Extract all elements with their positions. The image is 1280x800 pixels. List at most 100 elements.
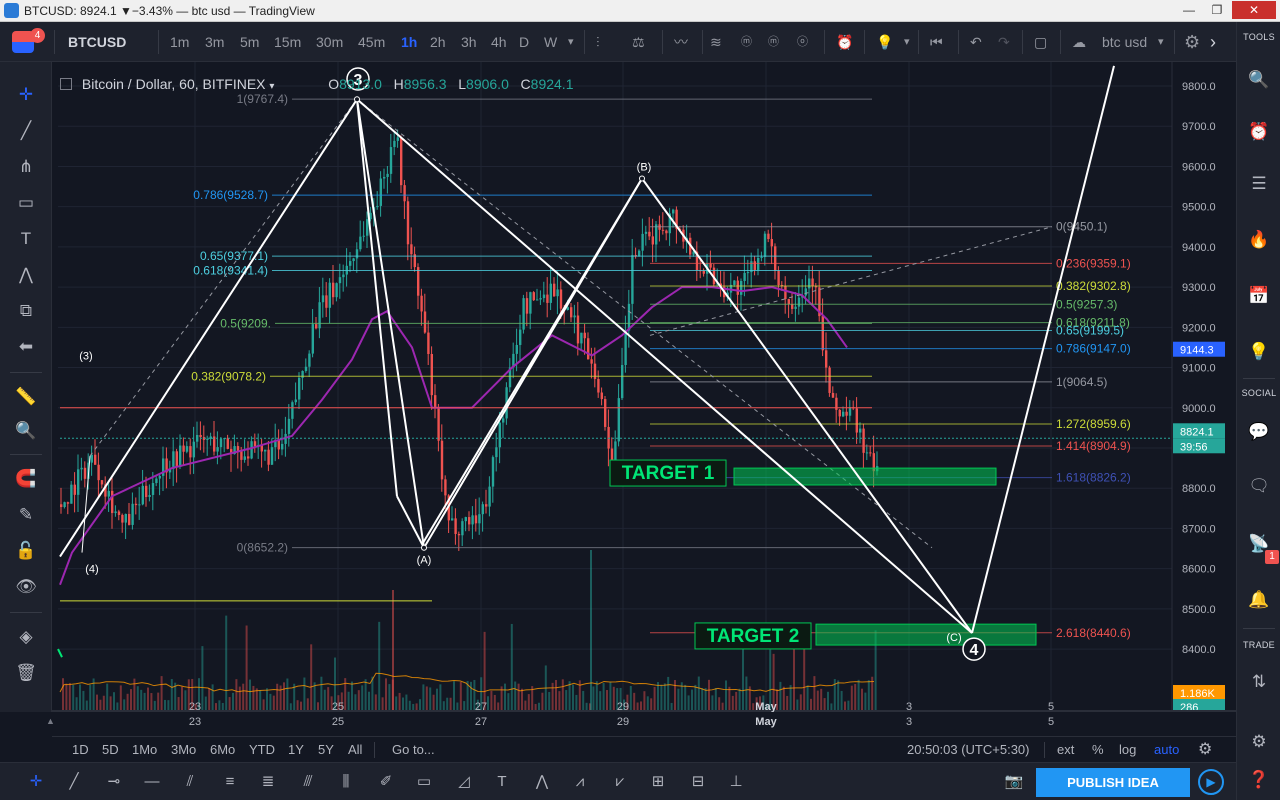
- expand-chevron-icon[interactable]: ›: [1210, 22, 1216, 62]
- notifications-bell-icon[interactable]: 🔔: [1247, 588, 1271, 612]
- time-axis[interactable]: 23 25 27 29 May 3 5 ▲: [46, 712, 1236, 736]
- ruler-icon[interactable]: 📏: [13, 384, 39, 410]
- trendline-fav-icon[interactable]: ╱: [60, 769, 88, 795]
- interval-1m[interactable]: 1m: [170, 22, 189, 62]
- ideas-bulb-icon[interactable]: 💡: [1247, 340, 1271, 364]
- lock-icon[interactable]: 🔓: [13, 538, 39, 564]
- stay-drawing-icon[interactable]: ✎: [13, 502, 39, 528]
- goto-date-button[interactable]: Go to...: [392, 737, 435, 763]
- interval-w[interactable]: W: [544, 22, 557, 62]
- fib-channel-fav-icon[interactable]: ⫼: [332, 769, 360, 795]
- hotlist-flame-icon[interactable]: 🔥: [1247, 228, 1271, 252]
- auto-toggle[interactable]: auto: [1154, 737, 1179, 763]
- elliott-impulse-fav-icon[interactable]: ⋀: [528, 769, 556, 795]
- replay-icon[interactable]: ⏮: [930, 22, 943, 62]
- calendar-icon[interactable]: 📅: [1247, 284, 1271, 308]
- ext-toggle[interactable]: ext: [1057, 737, 1074, 763]
- indicators-icon[interactable]: 〰: [674, 22, 688, 62]
- interval-3h[interactable]: 3h: [461, 22, 477, 62]
- alarm-clock-icon[interactable]: ⏰: [1247, 120, 1271, 144]
- interval-3m[interactable]: 3m: [205, 22, 224, 62]
- measure-fav-icon[interactable]: ⊥: [722, 769, 750, 795]
- minimize-button[interactable]: —: [1176, 1, 1202, 19]
- interval-4h[interactable]: 4h: [491, 22, 507, 62]
- crosshair-fav-icon[interactable]: ✛: [22, 769, 50, 795]
- eye-icon[interactable]: 👁: [13, 574, 39, 600]
- trash-icon[interactable]: 🗑: [13, 660, 39, 686]
- interval-30m[interactable]: 30m: [316, 22, 343, 62]
- interval-2h[interactable]: 2h: [430, 22, 446, 62]
- m-icon-2[interactable]: ⓜ: [768, 22, 779, 62]
- range-1d[interactable]: 1D: [72, 737, 89, 763]
- chart-pane[interactable]: 1(9767.4) 0.786(9528.7) 0.65(9377.1) 0.618(…: [52, 62, 1236, 712]
- horizontal-ray-fav-icon[interactable]: ⊸: [100, 769, 128, 795]
- interval-45m[interactable]: 45m: [358, 22, 385, 62]
- fib-extension-fav-icon[interactable]: ≣: [254, 769, 282, 795]
- collapse-triangle-icon[interactable]: ▲: [46, 716, 55, 726]
- price-range-fav-icon[interactable]: ⊟: [684, 769, 712, 795]
- interval-5m[interactable]: 5m: [240, 22, 259, 62]
- snapshot-camera-icon[interactable]: 📷: [1000, 769, 1028, 795]
- elliott-abc-fav-icon[interactable]: ⩘: [566, 769, 594, 795]
- prediction-icon[interactable]: ⧉: [13, 298, 39, 324]
- publish-play-icon[interactable]: ▶: [1198, 769, 1224, 795]
- m-icon-1[interactable]: ⓜ: [741, 22, 752, 62]
- chat-icon[interactable]: 💬: [1247, 420, 1271, 444]
- range-6mo[interactable]: 6Mo: [210, 737, 235, 763]
- trading-panel-icon[interactable]: ⇅: [1247, 670, 1271, 694]
- symbol-search[interactable]: BTCUSD: [68, 22, 126, 62]
- price-chart[interactable]: 1(9767.4)0.786(9528.7)0.65(9377.1)0.618(…: [52, 62, 1236, 712]
- back-arrow-icon[interactable]: ⬅: [13, 334, 39, 360]
- fullscreen-icon[interactable]: ▢: [1034, 22, 1047, 62]
- elliott-correction-fav-icon[interactable]: ⩗: [606, 769, 634, 795]
- layout-name[interactable]: btc usd: [1102, 22, 1147, 62]
- help-icon[interactable]: ❓: [1247, 768, 1271, 792]
- close-button[interactable]: ✕: [1232, 1, 1276, 19]
- ideas-stream-icon[interactable]: 🗨: [1247, 474, 1271, 498]
- bulb-dropdown-icon[interactable]: ▾: [904, 22, 910, 62]
- templates-icon[interactable]: ≋: [710, 22, 722, 62]
- candle-style-icon[interactable]: ⫶: [596, 22, 600, 62]
- idea-bulb-icon[interactable]: 💡: [876, 22, 893, 62]
- maximize-button[interactable]: ❐: [1204, 1, 1230, 19]
- brush-fav-icon[interactable]: ✐: [372, 769, 400, 795]
- publish-idea-button[interactable]: PUBLISH IDEA: [1036, 768, 1190, 797]
- fib-fan-fav-icon[interactable]: ⫻: [294, 769, 322, 795]
- rectangle-icon[interactable]: ▭: [13, 190, 39, 216]
- alert-icon[interactable]: ⏰: [836, 22, 853, 62]
- wave-point[interactable]: [421, 544, 427, 551]
- fib-retracement-fav-icon[interactable]: ≡: [216, 769, 244, 795]
- range-ytd[interactable]: YTD: [249, 737, 275, 763]
- interval-dropdown-icon[interactable]: ▾: [568, 22, 574, 62]
- range-5y[interactable]: 5Y: [318, 737, 334, 763]
- cloud-icon[interactable]: ☁: [1072, 22, 1086, 62]
- range-all[interactable]: All: [348, 737, 362, 763]
- pitchfork-icon[interactable]: ⋔: [13, 154, 39, 180]
- symbol-description[interactable]: Bitcoin / Dollar, 60, BITFINEX: [82, 76, 266, 92]
- date-range-fav-icon[interactable]: ⊞: [644, 769, 672, 795]
- compare-icon[interactable]: ⚖: [632, 22, 645, 62]
- text-fav-icon[interactable]: T: [488, 769, 516, 795]
- undo-icon[interactable]: ↶: [970, 22, 982, 62]
- percent-toggle[interactable]: %: [1092, 737, 1104, 763]
- pattern-icon[interactable]: ⋀: [13, 262, 39, 288]
- magnet-icon[interactable]: 🧲: [13, 466, 39, 492]
- zoom-icon[interactable]: 🔍: [13, 418, 39, 444]
- watchlist-search-icon[interactable]: 🔍: [1247, 68, 1271, 92]
- data-window-icon[interactable]: ☰: [1247, 172, 1271, 196]
- wave-point[interactable]: [354, 96, 360, 103]
- settings-gear-icon[interactable]: ⚙: [1184, 22, 1200, 62]
- range-1mo[interactable]: 1Mo: [132, 737, 157, 763]
- range-1y[interactable]: 1Y: [288, 737, 304, 763]
- interval-15m[interactable]: 15m: [274, 22, 301, 62]
- redo-icon[interactable]: ↷: [998, 22, 1010, 62]
- o-icon[interactable]: ⓞ: [797, 22, 808, 62]
- range-5d[interactable]: 5D: [102, 737, 119, 763]
- interval-1h[interactable]: 1h: [401, 22, 417, 62]
- legend-collapse-icon[interactable]: [60, 78, 72, 90]
- range-3mo[interactable]: 3Mo: [171, 737, 196, 763]
- interval-d[interactable]: D: [519, 22, 529, 62]
- hardware-icon[interactable]: ⚙: [1247, 730, 1271, 754]
- layout-dropdown-icon[interactable]: ▾: [1158, 22, 1164, 62]
- trend-line-icon[interactable]: ╱: [13, 118, 39, 144]
